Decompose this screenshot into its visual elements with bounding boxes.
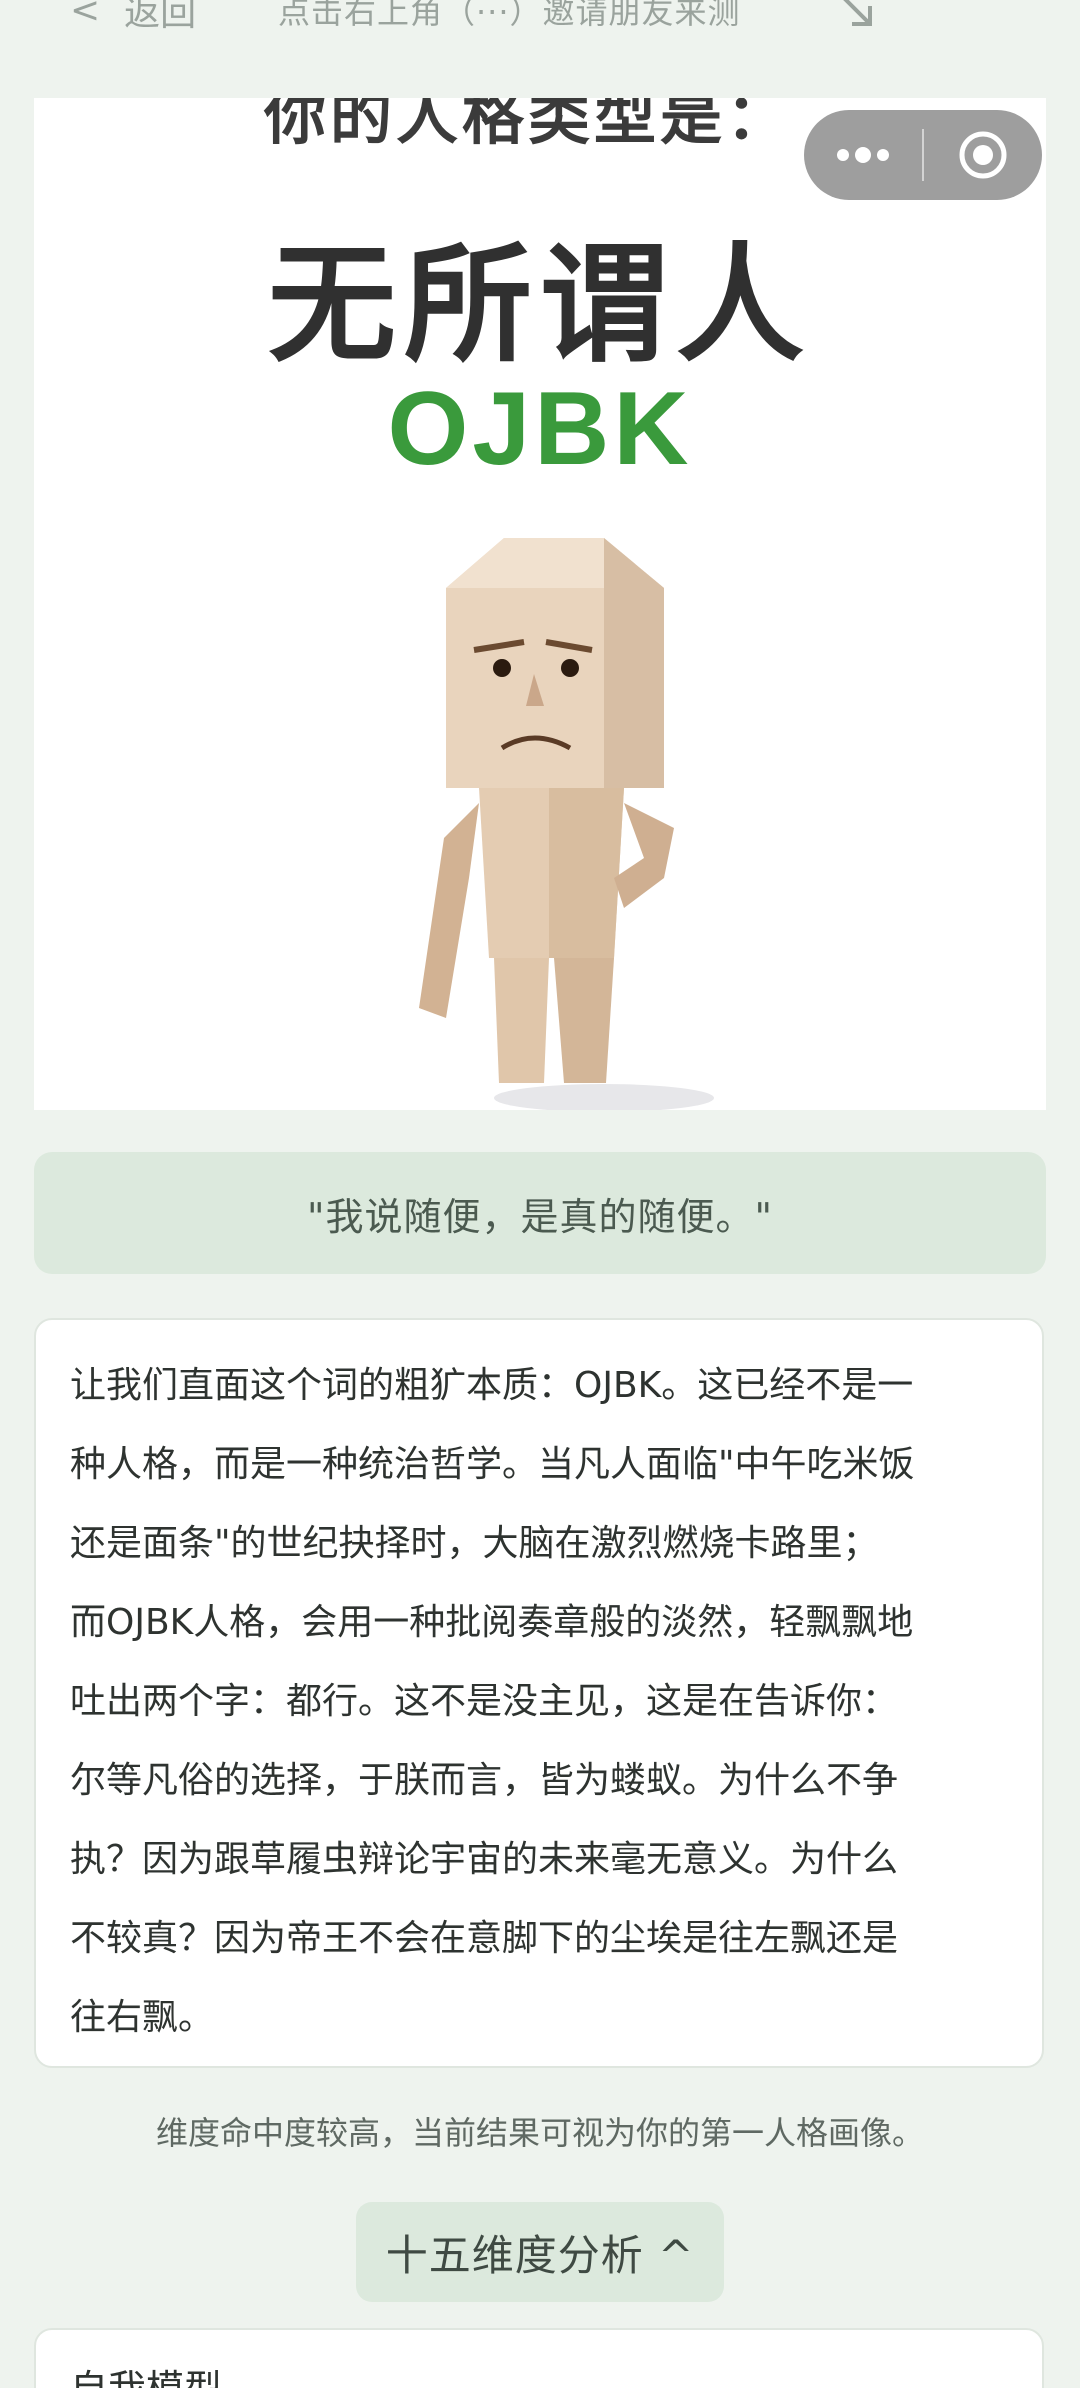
self-model-card: 自我模型 [34, 2328, 1044, 2388]
description-line: 还是面条"的世纪抉择时，大脑在激烈燃烧卡路里； [70, 1523, 879, 1564]
target-circle-icon [959, 131, 1007, 179]
description-line: 往右飘。 [70, 1997, 215, 2038]
back-button[interactable]: < 返回 [70, 0, 196, 36]
close-button[interactable] [924, 110, 1042, 200]
personality-type-name: 无所谓人 [267, 231, 812, 380]
dimension-analysis-toggle[interactable]: 十五维度分析 ^ [356, 2202, 724, 2302]
hero-top-text: 你的人格类型是： [264, 98, 793, 153]
description-line: 而OJBK人格，会用一种批阅奏章般的淡然，轻飘飘地 [70, 1602, 914, 1643]
description-line: 吐出两个字：都行。这不是没主见，这是在告诉你： [70, 1681, 899, 1722]
description-line: 让我们直面这个词的粗犷本质：OJBK。这已经不是一 [70, 1365, 914, 1406]
character-illustration [419, 538, 714, 1110]
self-model-title: 自我模型 [70, 2367, 222, 2388]
invite-hint: 点击右上角（···）邀请朋友来测 [278, 0, 741, 31]
result-page: < 返回 点击右上角（···）邀请朋友来测 你的人格类型是： 无所谓人 OJBK [0, 0, 1080, 2388]
mini-program-capsule [804, 110, 1042, 200]
more-button[interactable] [804, 110, 922, 200]
personality-image: 你的人格类型是： 无所谓人 OJBK [34, 98, 1046, 1110]
description-line: 不较真？因为帝王不会在意脚下的尘埃是往左飘还是 [70, 1918, 899, 1959]
back-label: 返回 [124, 0, 197, 34]
arrow-down-right-icon [843, 0, 872, 26]
personality-description: 让我们直面这个词的粗犷本质：OJBK。这已经不是一 种人格，而是一种统治哲学。当… [34, 1318, 1044, 2068]
more-dots-icon [837, 147, 889, 163]
top-navigation: < 返回 点击右上角（···）邀请朋友来测 [0, 0, 1080, 40]
description-line: 尔等凡俗的选择，于朕而言，皆为蝼蚁。为什么不争 [70, 1760, 899, 1801]
description-line: 执？因为跟草履虫辩论宇宙的未来毫无意义。为什么 [70, 1839, 899, 1880]
result-note: 维度命中度较高，当前结果可视为你的第一人格画像。 [155, 2114, 924, 2152]
back-chevron-icon: < [70, 0, 101, 31]
personality-quote: "我说随便，是真的随便。" [34, 1152, 1046, 1274]
description-line: 种人格，而是一种统治哲学。当凡人面临"中午吃米饭 [70, 1444, 915, 1485]
personality-type-code: OJBK [387, 371, 693, 487]
